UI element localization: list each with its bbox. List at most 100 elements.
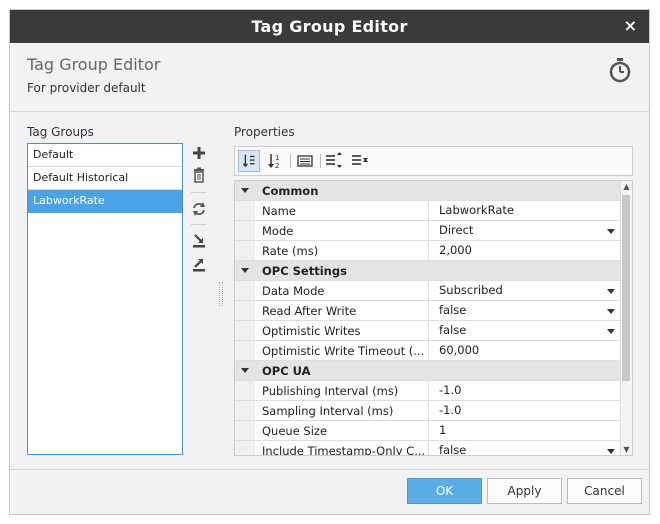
property-grid[interactable]: Common Name LabworkRate Mode Direct Rate… <box>234 180 633 456</box>
property-row-optimistic-writes[interactable]: Optimistic Writes false <box>235 321 623 341</box>
close-icon[interactable]: × <box>624 16 637 35</box>
property-row-include-timestamp-only[interactable]: Include Timestamp-Only C... false <box>235 441 623 456</box>
property-value-input[interactable]: LabworkRate <box>428 201 623 220</box>
properties-toolbar: 1 2 <box>234 146 633 176</box>
apply-button[interactable]: Apply <box>487 478 562 504</box>
property-value-select[interactable]: Direct <box>428 221 623 240</box>
properties-label: Properties <box>234 125 295 139</box>
collapse-triangle-icon[interactable] <box>241 188 249 193</box>
toolbar-separator <box>290 154 291 168</box>
chevron-down-icon[interactable] <box>607 329 615 334</box>
property-value-select[interactable]: false <box>428 441 623 456</box>
property-row-rate[interactable]: Rate (ms) 2,000 <box>235 241 623 261</box>
row-gutter <box>235 341 255 360</box>
chevron-down-icon[interactable] <box>607 229 615 234</box>
clock-icon[interactable] <box>608 57 632 83</box>
window-title: Tag Group Editor <box>251 17 408 36</box>
property-row-sampling-interval[interactable]: Sampling Interval (ms) -1.0 <box>235 401 623 421</box>
category-row-common[interactable]: Common <box>235 181 623 201</box>
select-value: false <box>439 303 467 317</box>
header-subtitle: For provider default <box>27 81 146 95</box>
collapse-all-icon[interactable] <box>349 150 371 172</box>
property-name: Data Mode <box>262 284 325 298</box>
svg-text:1: 1 <box>275 154 279 162</box>
property-value-select[interactable]: false <box>428 321 623 340</box>
row-gutter <box>235 281 255 300</box>
property-row-mode[interactable]: Mode Direct <box>235 221 623 241</box>
divider <box>191 192 207 193</box>
select-value: false <box>439 443 467 456</box>
property-value-input[interactable]: -1.0 <box>428 401 623 420</box>
vertical-scrollbar[interactable]: ▲ ▼ <box>620 181 632 455</box>
scroll-up-icon[interactable]: ▲ <box>623 183 630 191</box>
property-row-queue-size[interactable]: Queue Size 1 <box>235 421 623 441</box>
list-item[interactable]: LabworkRate <box>28 190 182 213</box>
chevron-down-icon[interactable] <box>607 449 615 454</box>
property-value-input[interactable]: 1 <box>428 421 623 440</box>
property-row-publishing-interval[interactable]: Publishing Interval (ms) -1.0 <box>235 381 623 401</box>
category-row-opc-settings[interactable]: OPC Settings <box>235 261 623 281</box>
row-gutter <box>235 301 255 320</box>
row-gutter <box>235 201 255 220</box>
collapse-triangle-icon[interactable] <box>241 268 249 273</box>
header-title: Tag Group Editor <box>27 55 161 74</box>
category-label: Common <box>262 184 319 198</box>
import-icon[interactable] <box>190 232 208 250</box>
category-row-opc-ua[interactable]: OPC UA <box>235 361 623 381</box>
property-value-select[interactable]: Subscribed <box>428 281 623 300</box>
property-value-input[interactable]: 60,000 <box>428 341 623 360</box>
chevron-down-icon[interactable] <box>607 309 615 314</box>
titlebar: Tag Group Editor × <box>10 10 649 43</box>
tag-groups-list[interactable]: Default Default Historical LabworkRate <box>27 143 183 455</box>
scroll-down-icon[interactable]: ▼ <box>623 446 630 454</box>
row-gutter <box>235 441 255 455</box>
dialog-header: Tag Group Editor For provider default <box>10 43 649 112</box>
property-value-input[interactable]: 2,000 <box>428 241 623 260</box>
dialog-footer: OK Apply Cancel <box>10 469 649 514</box>
export-icon[interactable] <box>190 256 208 274</box>
property-row-read-after-write[interactable]: Read After Write false <box>235 301 623 321</box>
list-item[interactable]: Default Historical <box>28 167 182 190</box>
property-value-select[interactable]: false <box>428 301 623 320</box>
property-name: Rate (ms) <box>262 244 319 258</box>
row-gutter <box>235 381 255 400</box>
property-name: Sampling Interval (ms) <box>262 404 394 418</box>
property-name: Optimistic Write Timeout (... <box>262 344 425 358</box>
property-row-data-mode[interactable]: Data Mode Subscribed <box>235 281 623 301</box>
delete-icon[interactable] <box>190 166 208 184</box>
category-label: OPC UA <box>262 364 311 378</box>
svg-text:2: 2 <box>275 162 279 170</box>
row-gutter <box>235 221 255 240</box>
collapse-triangle-icon[interactable] <box>241 368 249 373</box>
refresh-icon[interactable] <box>190 200 208 218</box>
add-icon[interactable] <box>190 144 208 162</box>
cancel-button[interactable]: Cancel <box>567 478 642 504</box>
tag-group-editor-dialog: Tag Group Editor × Tag Group Editor For … <box>9 9 650 515</box>
sort-category-icon[interactable] <box>238 150 260 172</box>
list-item[interactable]: Default <box>28 144 182 167</box>
property-name: Name <box>262 204 296 218</box>
property-name: Queue Size <box>262 424 328 438</box>
row-gutter <box>235 421 255 440</box>
expand-all-icon[interactable] <box>323 150 345 172</box>
property-value-input[interactable]: -1.0 <box>428 381 623 400</box>
property-row-name[interactable]: Name LabworkRate <box>235 201 623 221</box>
divider <box>191 224 207 225</box>
tag-groups-label: Tag Groups <box>27 125 94 139</box>
toolbar-separator <box>320 154 321 168</box>
select-value: Subscribed <box>439 283 503 297</box>
select-value: false <box>439 323 467 337</box>
property-name: Include Timestamp-Only C... <box>262 444 426 456</box>
chevron-down-icon[interactable] <box>607 289 615 294</box>
row-gutter <box>235 321 255 340</box>
property-pages-icon[interactable] <box>294 150 316 172</box>
select-value: Direct <box>439 223 474 237</box>
ok-button[interactable]: OK <box>407 478 482 504</box>
sort-alpha-icon[interactable]: 1 2 <box>264 150 286 172</box>
scrollbar-thumb[interactable] <box>622 195 630 381</box>
property-row-optimistic-write-timeout[interactable]: Optimistic Write Timeout (... 60,000 <box>235 341 623 361</box>
row-gutter <box>235 401 255 420</box>
property-name: Publishing Interval (ms) <box>262 384 399 398</box>
splitter-handle[interactable] <box>219 282 223 306</box>
category-label: OPC Settings <box>262 264 347 278</box>
